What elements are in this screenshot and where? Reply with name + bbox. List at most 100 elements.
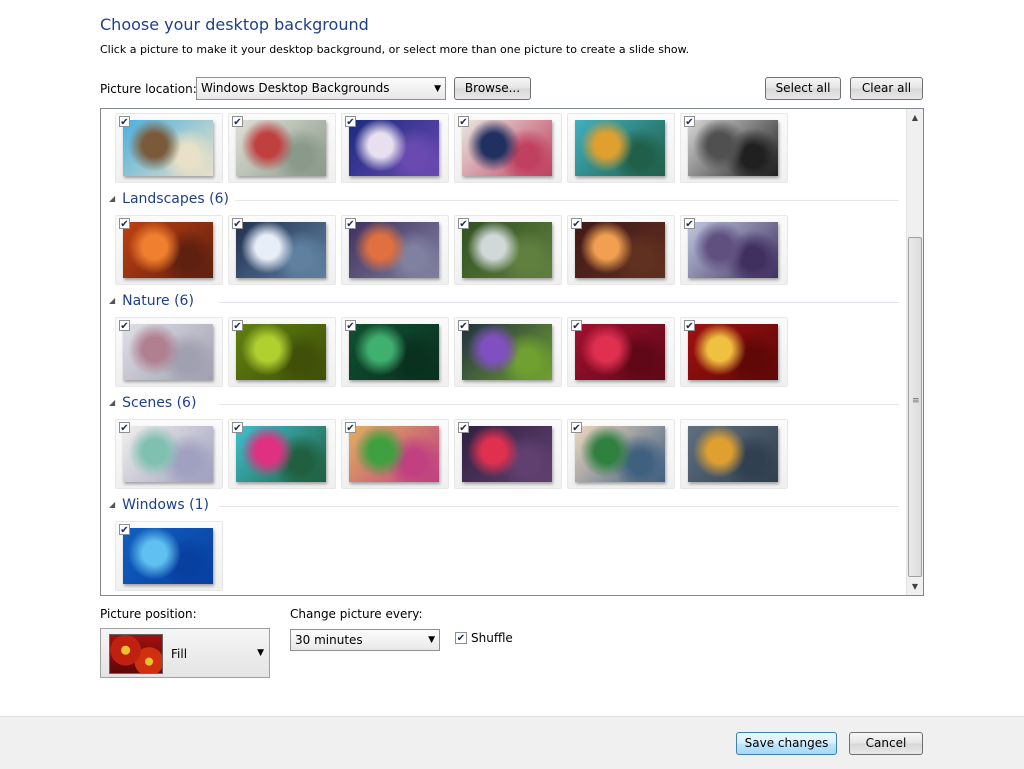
group-header-label: Landscapes (6) <box>122 191 235 207</box>
thumbnail-checkbox[interactable]: ✔ <box>232 116 243 128</box>
thumbnail-checkbox[interactable]: ✔ <box>119 524 130 536</box>
thumbnail-checkbox[interactable]: ✔ <box>458 422 469 434</box>
wallpaper-thumbnail[interactable]: ✔ <box>341 317 449 387</box>
thumbnail-checkbox[interactable]: ✔ <box>345 218 356 230</box>
wallpaper-thumbnail[interactable]: ✔ <box>567 419 675 489</box>
thumbnail-checkbox[interactable]: ✔ <box>684 116 695 128</box>
chevron-down-icon: ▼ <box>434 83 441 94</box>
picture-location-dropdown[interactable]: Windows Desktop Backgrounds ▼ <box>196 77 446 100</box>
thumbnail-checkbox[interactable]: ✔ <box>458 218 469 230</box>
wallpaper-thumbnail[interactable]: ✔ <box>680 113 788 183</box>
wallpaper-thumbnail[interactable]: ✔ <box>341 113 449 183</box>
wallpaper-thumbnail[interactable]: ✔ <box>228 419 336 489</box>
thumbnail-checkbox[interactable]: ✔ <box>232 320 243 332</box>
scroll-down-icon[interactable]: ▼ <box>907 578 923 595</box>
wallpaper-thumbnail[interactable]: ✔ <box>454 215 562 285</box>
grip-icon: ≡ <box>912 396 920 406</box>
wallpaper-thumbnail[interactable]: ✔ <box>680 215 788 285</box>
clear-all-button[interactable]: Clear all <box>850 77 923 100</box>
wallpaper-thumbnail[interactable]: ✔ <box>115 215 223 285</box>
thumbnail-checkbox[interactable]: ✔ <box>232 218 243 230</box>
wallpaper-thumbnail[interactable] <box>680 419 788 489</box>
wallpaper-image <box>462 324 552 380</box>
group-header-scenes[interactable]: ◢ Scenes (6) <box>109 395 899 415</box>
thumbnail-checkbox[interactable]: ✔ <box>571 218 582 230</box>
wallpaper-image <box>462 426 552 482</box>
wallpaper-thumbnail[interactable]: ✔ <box>115 317 223 387</box>
wallpaper-thumbnail[interactable]: ✔ <box>228 215 336 285</box>
thumbnail-checkbox[interactable]: ✔ <box>119 116 130 128</box>
wallpaper-thumbnail[interactable]: ✔ <box>454 419 562 489</box>
wallpaper-thumbnail[interactable]: ✔ <box>567 317 675 387</box>
wallpaper-thumbnail[interactable]: ✔ <box>680 317 788 387</box>
thumbnail-checkbox[interactable]: ✔ <box>345 116 356 128</box>
thumbnail-checkbox[interactable]: ✔ <box>119 218 130 230</box>
shuffle-checkbox[interactable]: ✔ <box>455 632 467 644</box>
chevron-down-icon: ▼ <box>428 635 435 645</box>
wallpaper-thumbnail[interactable]: ✔ <box>115 113 223 183</box>
wallpaper-image <box>688 222 778 278</box>
thumbnail-checkbox[interactable]: ✔ <box>345 422 356 434</box>
save-changes-button[interactable]: Save changes <box>736 732 837 755</box>
wallpaper-thumbnail[interactable]: ✔ <box>228 317 336 387</box>
position-preview-image <box>109 634 163 674</box>
wallpaper-image <box>462 120 552 176</box>
wallpaper-image <box>123 426 213 482</box>
thumbnail-checkbox[interactable]: ✔ <box>119 422 130 434</box>
wallpaper-image <box>462 222 552 278</box>
scroll-up-icon[interactable]: ▲ <box>907 109 923 126</box>
picture-location-value: Windows Desktop Backgrounds <box>201 81 390 95</box>
select-all-button[interactable]: Select all <box>765 77 841 100</box>
wallpaper-image <box>575 426 665 482</box>
thumbnail-checkbox[interactable]: ✔ <box>571 320 582 332</box>
collapse-triangle-icon[interactable]: ◢ <box>109 398 115 407</box>
scrollbar-thumb[interactable]: ≡ <box>908 237 922 577</box>
wallpaper-image <box>236 120 326 176</box>
wallpaper-thumbnail[interactable]: ✔ <box>341 215 449 285</box>
picture-location-label: Picture location: <box>100 82 197 96</box>
browse-button[interactable]: Browse... <box>454 77 531 100</box>
vertical-scrollbar[interactable]: ▲ ≡ ▼ <box>906 109 923 595</box>
thumbnail-checkbox[interactable]: ✔ <box>232 422 243 434</box>
wallpaper-image <box>236 324 326 380</box>
thumbnail-checkbox[interactable]: ✔ <box>684 320 695 332</box>
wallpaper-image <box>349 120 439 176</box>
wallpaper-thumbnail[interactable]: ✔ <box>228 113 336 183</box>
thumbnail-checkbox[interactable]: ✔ <box>571 422 582 434</box>
group-header-label: Windows (1) <box>122 497 215 513</box>
wallpaper-image <box>123 528 213 584</box>
wallpaper-thumbnail[interactable]: ✔ <box>454 317 562 387</box>
picture-position-dropdown[interactable]: Fill ▼ <box>100 628 270 678</box>
group-header-nature[interactable]: ◢ Nature (6) <box>109 293 899 313</box>
wallpaper-thumbnail[interactable]: ✔ <box>115 419 223 489</box>
thumbnail-checkbox[interactable]: ✔ <box>458 320 469 332</box>
group-divider <box>219 200 899 201</box>
wallpaper-image <box>575 324 665 380</box>
group-header-landscapes[interactable]: ◢ Landscapes (6) <box>109 191 899 211</box>
group-header-label: Scenes (6) <box>122 395 203 411</box>
wallpaper-thumbnail[interactable]: ✔ <box>454 113 562 183</box>
thumbnail-checkbox[interactable]: ✔ <box>345 320 356 332</box>
change-picture-dropdown[interactable]: 30 minutes ▼ <box>290 629 440 651</box>
thumbnail-checkbox[interactable]: ✔ <box>684 218 695 230</box>
thumbnail-checkbox[interactable]: ✔ <box>458 116 469 128</box>
change-picture-value: 30 minutes <box>295 633 363 647</box>
wallpaper-thumbnail[interactable]: ✔ <box>341 419 449 489</box>
group-header-windows[interactable]: ◢ Windows (1) <box>109 497 899 517</box>
page-subtitle: Click a picture to make it your desktop … <box>100 43 690 56</box>
shuffle-label: Shuffle <box>471 631 513 645</box>
picture-position-label: Picture position: <box>100 607 197 621</box>
collapse-triangle-icon[interactable]: ◢ <box>109 194 115 203</box>
group-divider <box>219 302 899 303</box>
wallpaper-thumbnail[interactable] <box>567 113 675 183</box>
collapse-triangle-icon[interactable]: ◢ <box>109 500 115 509</box>
wallpaper-image <box>123 222 213 278</box>
wallpaper-image <box>349 324 439 380</box>
wallpaper-thumbnail[interactable]: ✔ <box>115 521 223 591</box>
cancel-button[interactable]: Cancel <box>849 732 923 755</box>
collapse-triangle-icon[interactable]: ◢ <box>109 296 115 305</box>
picture-list-panel[interactable]: ✔ ✔ ✔ ✔ ✔ ◢ Landscapes (6) ✔ ✔ ✔ ✔ ✔ ✔ ◢ Nature (6) ✔ ✔ ✔… <box>100 108 924 596</box>
thumbnail-checkbox[interactable]: ✔ <box>119 320 130 332</box>
wallpaper-image <box>688 426 778 482</box>
wallpaper-thumbnail[interactable]: ✔ <box>567 215 675 285</box>
